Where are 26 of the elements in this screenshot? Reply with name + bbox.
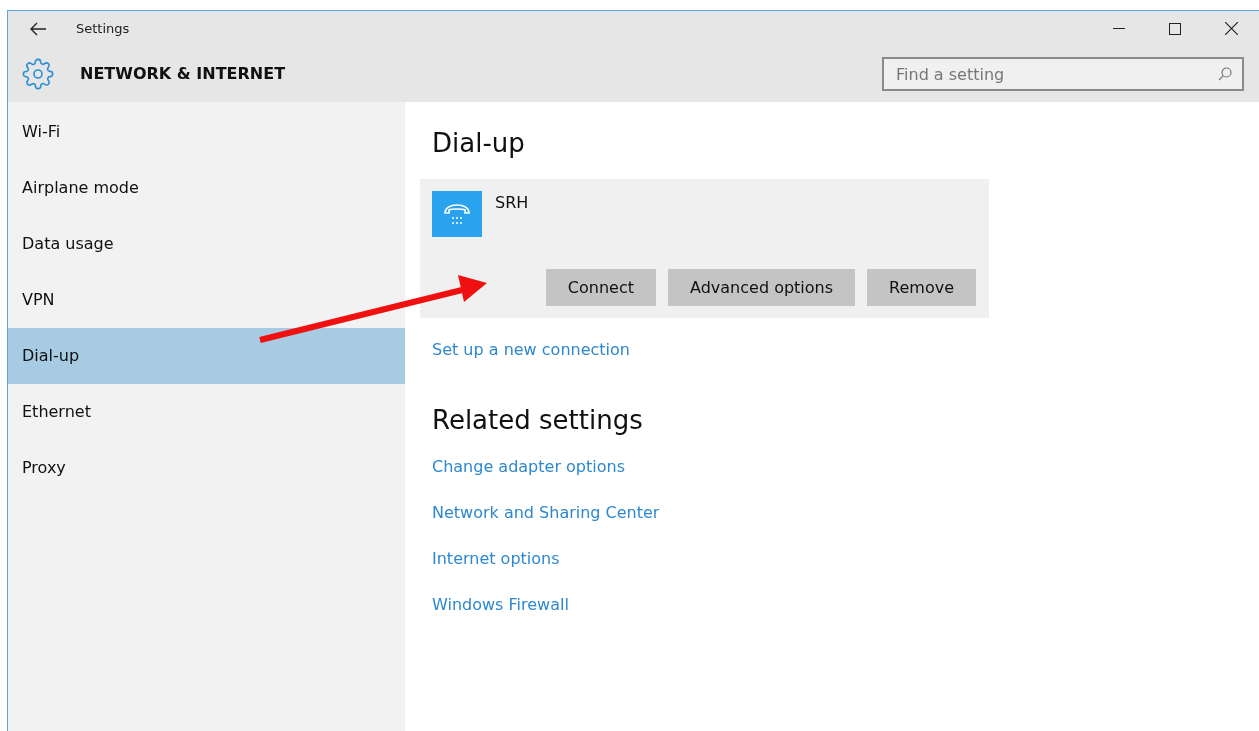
related-link[interactable]: Change adapter options [432,455,660,479]
setup-link[interactable]: Set up a new connection [432,338,630,362]
action-button[interactable]: Advanced options [668,269,856,306]
related-link[interactable]: Internet options [432,547,660,571]
sidebar-item[interactable]: Proxy [8,440,405,496]
related-link[interactable]: Network and Sharing Center [432,501,660,525]
sidebar-item[interactable]: Data usage [8,216,405,272]
search-icon [1218,67,1232,81]
section-title: NETWORK & INTERNET [80,63,286,85]
related-link[interactable]: Windows Firewall [432,593,660,617]
settings-icon [22,58,54,90]
sidebar-item[interactable]: VPN [8,272,405,328]
sidebar-item[interactable]: Dial-up [8,328,405,384]
connection-card[interactable]: SRH Connect Advanced options Remove [420,179,989,318]
action-button[interactable]: Remove [867,269,976,306]
sidebar-item[interactable]: Airplane mode [8,160,405,216]
connection-name: SRH [495,192,529,214]
window-title: Settings [76,19,130,38]
related-heading: Related settings [432,407,643,433]
phone-icon [432,191,482,237]
sidebar-item[interactable]: Wi-Fi [8,104,405,160]
sidebar-item[interactable]: Ethernet [8,384,405,440]
action-button[interactable]: Connect [545,269,656,306]
back-icon[interactable] [30,21,46,36]
search-field[interactable]: Find a setting [882,57,1244,91]
page-heading: Dial-up [432,130,525,156]
